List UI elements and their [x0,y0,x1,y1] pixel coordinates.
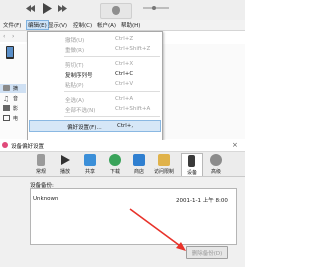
menu-file[interactable]: 文件(F) [3,21,21,29]
tab-playback[interactable]: 播放 [55,153,75,175]
share-icon [84,154,96,166]
volume-slider[interactable] [143,7,169,9]
backup-name[interactable]: Unknown [33,196,59,202]
sidebar-item-summary[interactable]: 摘 [0,84,26,93]
menu-controls[interactable]: 控制(C) [73,21,92,29]
settings-icon [3,85,10,91]
tab-sharing[interactable]: 共享 [80,153,100,175]
menu-item-copy-serial[interactable]: 复制序列号 Ctrl+C [28,69,162,79]
back-icon[interactable]: ‹ [3,33,5,40]
menu-item-paste[interactable]: 粘贴(P) Ctrl+V [28,79,162,89]
iphone-icon[interactable] [6,46,14,59]
sidebar-item-tv[interactable]: 电 [0,114,26,123]
menubar: 文件(F) 编辑(E) 显示(V) 控制(C) 帐户(A) 帮助(H) [0,20,245,31]
tab-general[interactable]: 常规 [31,153,51,175]
sidebar-item-music[interactable]: ♫ 音 [0,94,26,103]
film-icon [3,105,10,111]
menu-separator [64,91,160,92]
previous-icon[interactable] [26,4,35,13]
menu-help[interactable]: 帮助(H) [121,21,140,29]
menu-item-select-none[interactable]: 全部不选(N) Ctrl+Shift+A [28,104,162,114]
volume-knob[interactable] [152,6,156,10]
close-icon[interactable]: × [232,141,238,149]
tab-advanced[interactable]: 高级 [206,153,226,175]
dialog-titlebar: 设备偏好设置 × [0,140,245,152]
nav-bar: ‹ › [0,31,28,42]
itunes-icon [2,142,8,148]
menu-item-preferences[interactable]: 偏好设置(F)... Ctrl+, [29,120,161,132]
phone-icon [37,154,45,166]
menu-item-select-all[interactable]: 全选(A) Ctrl+A [28,94,162,104]
menu-edit[interactable]: 编辑(E) [26,20,49,30]
dialog-title: 设备偏好设置 [11,144,45,150]
forward-icon[interactable]: › [12,33,14,40]
gear-icon [210,154,222,166]
menu-item-cut[interactable]: 剪切(T) Ctrl+X [28,59,162,69]
content-area [162,44,245,139]
menu-item-redo[interactable]: 重做(R) Ctrl+Shift+Z [28,44,162,54]
download-icon [109,154,121,166]
tab-devices[interactable]: 设备 [181,153,203,176]
play-icon [59,154,71,166]
apple-logo [100,3,132,19]
device-icon [188,155,195,167]
music-icon: ♫ [3,95,10,103]
menu-account[interactable]: 帐户(A) [97,21,116,29]
tab-store[interactable]: 商店 [129,153,149,175]
itunes-toolbar [0,0,245,20]
backup-date: 2001-1-1 上午 8:00 [176,198,228,204]
menu-separator [64,116,160,117]
delete-backup-button[interactable]: 删除备份(D) [186,246,228,259]
sidebar-item-movies[interactable]: 影 [0,104,26,113]
edit-menu: 撤销(U) Ctrl+Z 重做(R) Ctrl+Shift+Z 剪切(T) Ctrl+… [27,31,163,141]
store-icon [133,154,145,166]
menu-view[interactable]: 显示(V) [48,21,67,29]
tv-icon [3,115,10,121]
menu-separator [64,56,160,57]
play-icon[interactable] [42,3,52,14]
tab-downloads[interactable]: 下载 [105,153,125,175]
next-icon[interactable] [58,4,67,13]
tab-restrictions[interactable]: 访问限制 [154,153,174,175]
menu-item-undo[interactable]: 撤销(U) Ctrl+Z [28,34,162,44]
parental-icon [158,154,170,166]
